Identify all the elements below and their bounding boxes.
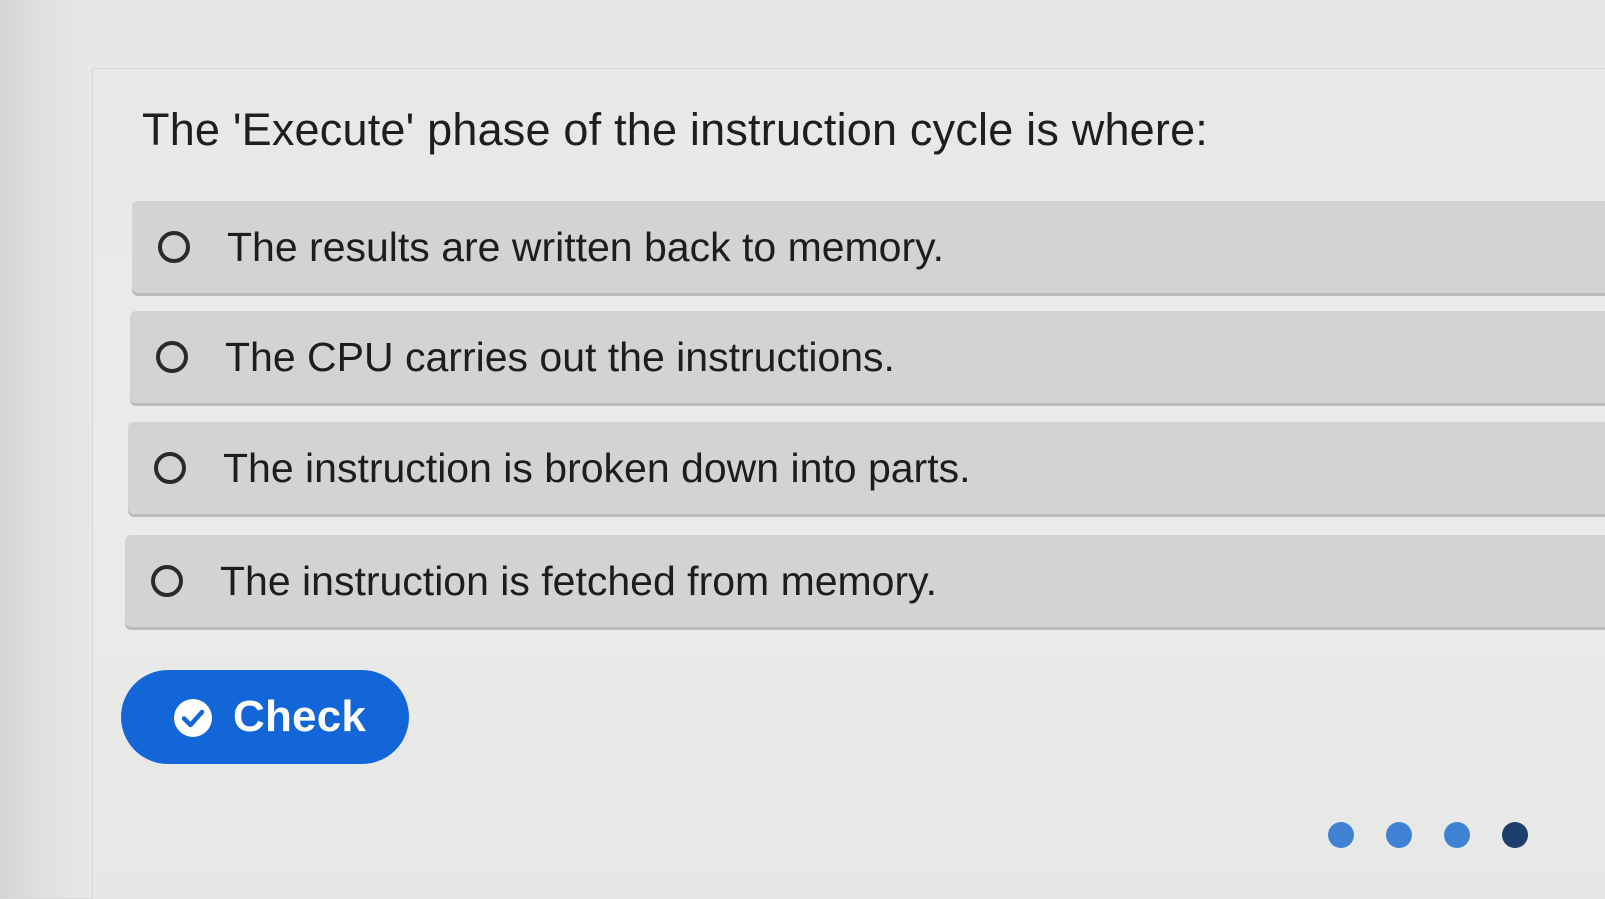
answer-option-label: The instruction is fetched from memory. bbox=[220, 557, 937, 604]
question-text: The 'Execute' phase of the instruction c… bbox=[142, 104, 1209, 155]
radio-button-icon[interactable] bbox=[151, 565, 183, 597]
answer-option-label: The CPU carries out the instructions. bbox=[225, 333, 895, 380]
pagination-dot-2[interactable] bbox=[1386, 822, 1412, 848]
pagination-dot-1[interactable] bbox=[1328, 822, 1354, 848]
radio-button-icon[interactable] bbox=[158, 231, 190, 263]
answer-option-4[interactable]: The instruction is fetched from memory. bbox=[125, 535, 1605, 627]
check-button-label: Check bbox=[233, 692, 367, 741]
pagination-dot-3[interactable] bbox=[1444, 822, 1470, 848]
radio-button-icon[interactable] bbox=[154, 452, 186, 484]
answer-option-label: The results are written back to memory. bbox=[227, 223, 944, 270]
answer-option-1[interactable]: The results are written back to memory. bbox=[132, 201, 1605, 293]
answer-option-label: The instruction is broken down into part… bbox=[223, 444, 971, 491]
answer-option-3[interactable]: The instruction is broken down into part… bbox=[128, 422, 1605, 514]
question-pagination bbox=[1326, 822, 1556, 852]
check-circle-icon bbox=[174, 699, 212, 737]
radio-button-icon[interactable] bbox=[156, 341, 188, 373]
answer-option-2[interactable]: The CPU carries out the instructions. bbox=[130, 311, 1605, 403]
pagination-dot-4-active[interactable] bbox=[1502, 822, 1528, 848]
check-button[interactable]: Check bbox=[121, 670, 409, 764]
